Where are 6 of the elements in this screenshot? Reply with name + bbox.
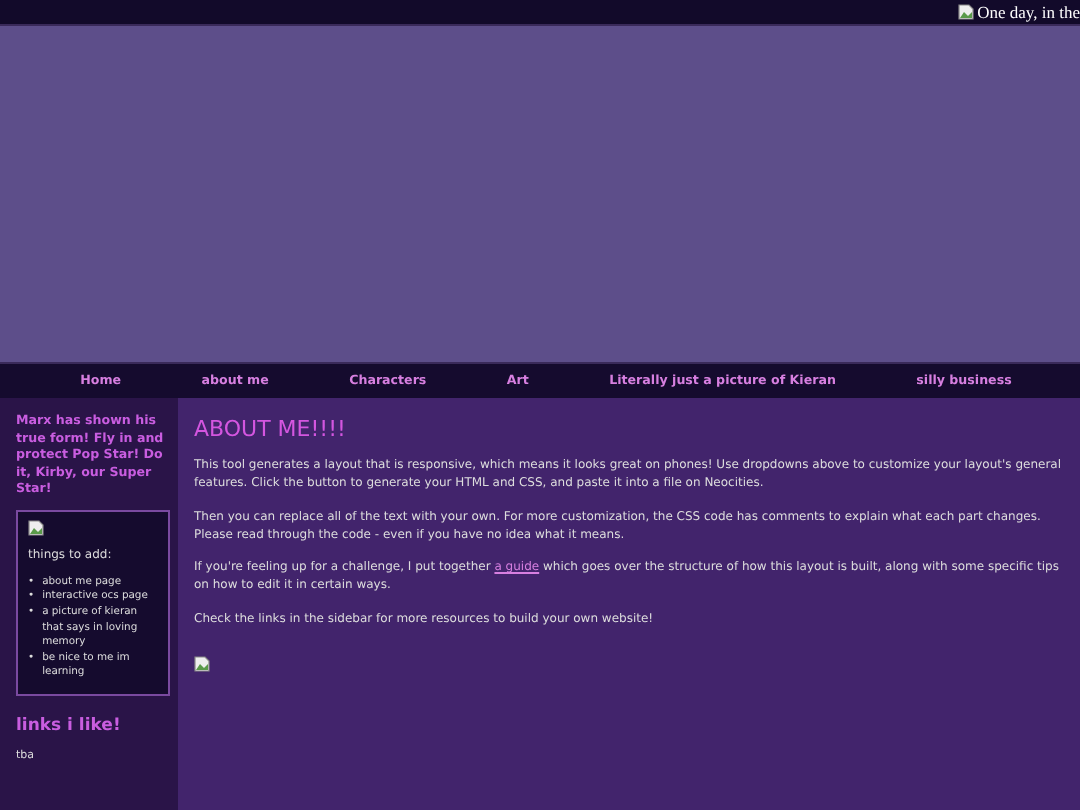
broken-image-icon (194, 656, 210, 673)
broken-image-icon (957, 4, 974, 20)
links-heading: links i like! (16, 715, 123, 736)
page-heading: ABOUT ME!!!! (194, 416, 348, 442)
broken-image-icon (28, 519, 44, 535)
marquee-text: One day, in the (977, 2, 1080, 22)
